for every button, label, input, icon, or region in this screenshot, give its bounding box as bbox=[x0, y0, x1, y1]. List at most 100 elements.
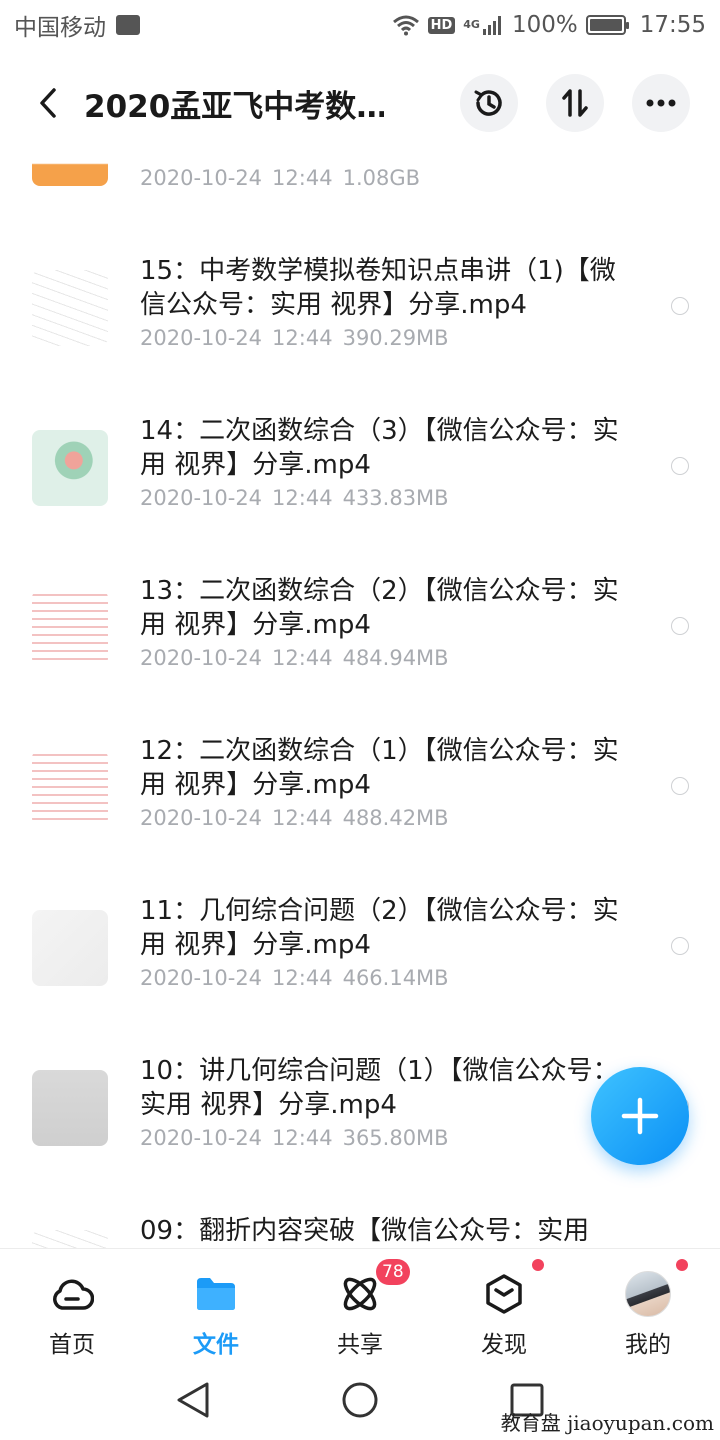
battery-icon bbox=[585, 15, 629, 35]
nav-discover-label: 发现 bbox=[481, 1332, 527, 1358]
nav-discover[interactable]: 发现 bbox=[432, 1249, 576, 1360]
file-time: 12:44 bbox=[272, 806, 333, 830]
file-date: 2020-10-24 bbox=[140, 646, 263, 670]
add-button[interactable] bbox=[591, 1067, 689, 1165]
back-triangle-icon[interactable] bbox=[175, 1380, 211, 1420]
nav-home[interactable]: 首页 bbox=[0, 1249, 144, 1360]
signal-icon bbox=[482, 16, 501, 35]
file-list-item[interactable]: 14：二次函数综合（3）【微信公众号：实用 视界】分享.mp4 2020-10-2… bbox=[0, 392, 720, 552]
discover-dot-badge bbox=[532, 1259, 544, 1271]
file-size: 484.94MB bbox=[342, 646, 449, 670]
file-meta: 2020-10-24 12:44 390.29MB bbox=[140, 326, 449, 350]
file-meta: 2020-10-24 12:44 466.14MB bbox=[140, 966, 449, 990]
file-name: 12：二次函数综合（1）【微信公众号：实用 视界】分享.mp4 bbox=[140, 736, 619, 800]
more-icon bbox=[646, 99, 676, 107]
system-navigation-bar: 教育盘 jiaoyupan.com bbox=[0, 1360, 720, 1440]
file-time: 12:44 bbox=[272, 646, 333, 670]
file-name: 13：二次函数综合（2）【微信公众号：实用 视界】分享.mp4 bbox=[140, 576, 619, 640]
file-size: 433.83MB bbox=[342, 486, 449, 510]
file-date: 2020-10-24 bbox=[140, 486, 263, 510]
plus-icon bbox=[621, 1097, 659, 1135]
file-list-item[interactable]: 11：几何综合问题（2）【微信公众号：实用 视界】分享.mp4 2020-10-2… bbox=[0, 872, 720, 1032]
atom-icon bbox=[343, 1277, 377, 1311]
file-list-item[interactable]: 13：二次函数综合（2）【微信公众号：实用 视界】分享.mp4 2020-10-2… bbox=[0, 552, 720, 712]
carrier-label: 中国移动 bbox=[14, 15, 106, 41]
clock: 17:55 bbox=[639, 12, 706, 38]
nav-share[interactable]: 共享 78 bbox=[288, 1249, 432, 1360]
file-date: 2020-10-24 bbox=[140, 966, 263, 990]
file-size: 1.08GB bbox=[342, 166, 421, 190]
history-icon bbox=[474, 90, 502, 116]
bottom-navigation: 首页 文件 共享 78 发现 我的 bbox=[0, 1248, 720, 1360]
file-size: 466.14MB bbox=[342, 966, 449, 990]
file-meta: 2020-10-24 12:44 1.08GB bbox=[140, 166, 420, 190]
file-name: 10：讲几何综合问题（1）【微信公众号：实用 视界】分享.mp4 bbox=[140, 1056, 619, 1120]
video-thumbnail bbox=[32, 1070, 108, 1146]
select-radio[interactable] bbox=[671, 457, 689, 475]
select-radio[interactable] bbox=[671, 777, 689, 795]
video-thumbnail bbox=[32, 750, 108, 826]
file-list-item[interactable]: 09：翻折内容突破【微信公众号：实用 bbox=[0, 1192, 720, 1248]
file-list-item[interactable]: 1【微信公众号：实用 视界】分享.mp42020-10-2412:441.08G… bbox=[0, 156, 720, 232]
nav-home-label: 首页 bbox=[49, 1332, 95, 1358]
network-type: 4G bbox=[463, 18, 480, 31]
more-button[interactable] bbox=[632, 74, 690, 132]
file-time: 12:44 bbox=[272, 966, 333, 990]
image-notification-icon bbox=[116, 15, 140, 35]
nav-profile[interactable]: 我的 bbox=[576, 1249, 720, 1360]
file-size: 390.29MB bbox=[342, 326, 449, 350]
sort-icon bbox=[562, 89, 588, 117]
file-list-item[interactable]: 15：中考数学模拟卷知识点串讲（1)【微信公众号：实用 视界】分享.mp4 202… bbox=[0, 232, 720, 392]
header-bar: 2020孟亚飞中考数… bbox=[0, 50, 720, 156]
video-thumbnail bbox=[32, 910, 108, 986]
status-bar: 中国移动 HD 4G 100% 17:55 bbox=[0, 0, 720, 50]
file-date: 2020-10-24 bbox=[140, 166, 263, 190]
file-meta: 2020-10-24 12:44 488.42MB bbox=[140, 806, 449, 830]
file-list-item[interactable]: 12：二次函数综合（1）【微信公众号：实用 视界】分享.mp4 2020-10-2… bbox=[0, 712, 720, 872]
video-thumbnail bbox=[32, 590, 108, 666]
hd-badge: HD bbox=[427, 16, 456, 34]
video-thumbnail bbox=[32, 1230, 108, 1248]
file-date: 2020-10-24 bbox=[140, 806, 263, 830]
nav-share-label: 共享 bbox=[337, 1332, 383, 1358]
profile-dot-badge bbox=[676, 1259, 688, 1271]
nav-files-label: 文件 bbox=[193, 1332, 239, 1358]
watermark: 教育盘 jiaoyupan.com bbox=[500, 1411, 714, 1435]
file-name: 14：二次函数综合（3）【微信公众号：实用 视界】分享.mp4 bbox=[140, 416, 619, 480]
video-thumbnail bbox=[32, 270, 108, 346]
file-name: 09：翻折内容突破【微信公众号：实用 bbox=[140, 1216, 590, 1246]
select-radio[interactable] bbox=[671, 297, 689, 315]
file-time: 12:44 bbox=[272, 166, 333, 190]
nav-profile-label: 我的 bbox=[625, 1332, 671, 1358]
video-thumbnail bbox=[32, 430, 108, 506]
file-name: 15：中考数学模拟卷知识点串讲（1)【微信公众号：实用 视界】分享.mp4 bbox=[140, 256, 616, 320]
file-time: 12:44 bbox=[272, 1126, 333, 1150]
file-size: 488.42MB bbox=[342, 806, 449, 830]
file-meta: 2020-10-24 12:44 433.83MB bbox=[140, 486, 449, 510]
wifi-icon bbox=[392, 15, 419, 36]
file-time: 12:44 bbox=[272, 326, 333, 350]
nav-files[interactable]: 文件 bbox=[144, 1249, 288, 1360]
file-date: 2020-10-24 bbox=[140, 326, 263, 350]
video-thumbnail bbox=[32, 156, 108, 186]
cube-icon bbox=[486, 1274, 522, 1314]
folder-icon bbox=[197, 1278, 235, 1310]
battery-percent: 100% bbox=[511, 12, 578, 38]
file-meta: 2020-10-24 12:44 484.94MB bbox=[140, 646, 449, 670]
select-radio[interactable] bbox=[671, 617, 689, 635]
select-radio[interactable] bbox=[671, 937, 689, 955]
home-circle-icon[interactable] bbox=[340, 1380, 380, 1420]
share-count-badge: 78 bbox=[376, 1259, 410, 1285]
back-button[interactable] bbox=[30, 83, 66, 123]
file-name: 11：几何综合问题（2）【微信公众号：实用 视界】分享.mp4 bbox=[140, 896, 619, 960]
file-time: 12:44 bbox=[272, 486, 333, 510]
cloud-icon bbox=[53, 1279, 94, 1310]
avatar bbox=[625, 1271, 671, 1317]
sort-button[interactable] bbox=[546, 74, 604, 132]
page-title: 2020孟亚飞中考数… bbox=[84, 88, 384, 125]
history-button[interactable] bbox=[460, 74, 518, 132]
file-date: 2020-10-24 bbox=[140, 1126, 263, 1150]
chevron-left-icon bbox=[40, 88, 56, 118]
file-meta: 2020-10-24 12:44 365.80MB bbox=[140, 1126, 449, 1150]
file-size: 365.80MB bbox=[342, 1126, 449, 1150]
